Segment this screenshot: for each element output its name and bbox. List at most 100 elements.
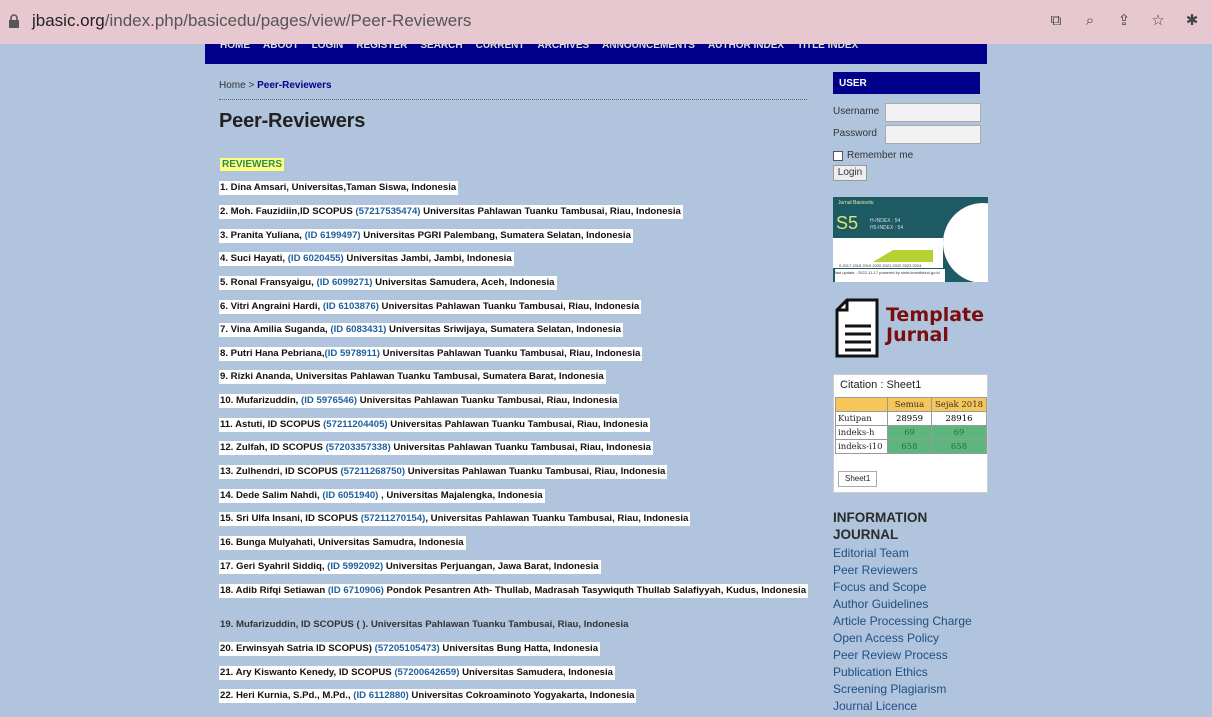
info-link[interactable]: Peer Review Process <box>833 647 972 664</box>
extensions-icon[interactable]: ✱ <box>1182 10 1202 30</box>
reviewer-name: 17. Geri Syahril Siddiq, <box>220 561 328 572</box>
reviewer-id-link[interactable]: (ID 6083431) <box>330 324 386 335</box>
reviewer-item: 14. Dede Salim Nahdi, (ID 6051940) , Uni… <box>219 489 545 503</box>
reviewer-id-link[interactable]: (ID 6112880) <box>353 690 408 701</box>
reviewer-id-link[interactable]: (57211268750) <box>340 466 405 477</box>
nav-item[interactable]: ABOUT <box>263 44 299 51</box>
reviewer-name: 18. Adib Rifqi Setiawan <box>220 585 328 596</box>
password-input[interactable] <box>885 125 981 144</box>
reviewer-id-link[interactable]: (ID 5976546) <box>301 395 357 406</box>
remember-me[interactable]: Remember me <box>833 150 913 161</box>
reviewer-item: 7. Vina Amilia Suganda, (ID 6083431) Uni… <box>219 323 623 337</box>
reviewer-affiliation: Universitas PGRI Palembang, Sumatera Sel… <box>360 230 631 241</box>
template-jurnal-link[interactable]: Template Jurnal <box>833 298 988 360</box>
nav-item[interactable]: ARCHIVES <box>537 44 589 51</box>
reviewer-affiliation: Universitas Pahlawan Tuanku Tambusai, Ri… <box>357 395 618 406</box>
s5-journal-title: Jurnal Basicedu <box>838 200 874 206</box>
reviewer-text: 20. Erwinsyah Satria ID SCOPUS) (5720510… <box>219 642 601 656</box>
breadcrumb-home[interactable]: Home <box>219 80 246 91</box>
citation-cell-all: 658 <box>887 439 932 454</box>
user-block-header: USER <box>833 72 980 94</box>
reviewer-affiliation: Universitas Bung Hatta, Indonesia <box>439 643 599 654</box>
reviewer-item: 10. Mufarizuddin, (ID 5976546) Universit… <box>219 394 620 408</box>
reviewer-name: 4. Suci Hayati, <box>220 253 288 264</box>
nav-item[interactable]: AUTHOR INDEX <box>708 44 784 51</box>
reviewer-id-link[interactable]: (ID 6199497) <box>305 230 361 241</box>
nav-item[interactable]: HOME <box>220 44 250 51</box>
reviewer-id-link[interactable]: (ID 5978911) <box>325 348 380 359</box>
template-line2: Jurnal <box>886 324 949 346</box>
reviewer-id-link[interactable]: (ID 6051940) <box>322 490 378 501</box>
nav-item[interactable]: REGISTER <box>356 44 407 51</box>
sinta-s5-badge[interactable]: Jurnal Basicedu S5 H-INDEX : 54 H5-INDEX… <box>833 197 988 282</box>
citation-row-label: indeks-h <box>835 425 888 440</box>
reviewer-item: 3. Pranita Yuliana, (ID 6199497) Univers… <box>219 229 633 243</box>
breadcrumb-current[interactable]: Peer-Reviewers <box>257 80 332 91</box>
section-label: REVIEWERS <box>220 158 285 171</box>
citation-cell-since: 69 <box>931 425 987 440</box>
citation-cell-all: 69 <box>887 425 932 440</box>
reviewer-item: 21. Ary Kiswanto Kenedy, ID SCOPUS (5720… <box>219 666 615 680</box>
citation-title: Citation : Sheet1 <box>840 379 922 391</box>
bookmark-star-icon[interactable]: ☆ <box>1148 10 1168 30</box>
citation-cell-all: 28959 <box>887 411 932 426</box>
reviewer-name: 5. Ronal Fransyaigu, <box>220 277 317 288</box>
url-field[interactable]: jbasic.org/index.php/basicedu/pages/view… <box>32 11 471 31</box>
nav-item[interactable]: LOGIN <box>312 44 344 51</box>
reviewer-affiliation: Universitas Pahlawan Tuanku Tambusai, Ri… <box>390 442 651 453</box>
login-button[interactable]: Login <box>833 165 867 181</box>
url-domain: jbasic.org <box>32 11 105 30</box>
reviewer-id-link[interactable]: (ID 6103876) <box>323 301 379 312</box>
nav-item[interactable]: ANNOUNCEMENTS <box>602 44 695 51</box>
reviewer-name: 12. Zulfah, ID SCOPUS <box>220 442 326 453</box>
reviewer-id-link[interactable]: (57217535474) <box>355 206 420 217</box>
reviewer-text: 11. Astuti, ID SCOPUS (57211204405) Univ… <box>219 418 650 432</box>
reviewer-id-link[interactable]: (ID 6710906) <box>328 585 384 596</box>
reviewer-id-link[interactable]: (57200642659) <box>394 667 459 678</box>
reviewer-text: 12. Zulfah, ID SCOPUS (57203357338) Univ… <box>219 441 653 455</box>
citation-row-label: indeks-i10 <box>835 439 888 454</box>
info-link[interactable]: Publication Ethics <box>833 664 972 681</box>
info-link[interactable]: Screening Plagiarism <box>833 681 972 698</box>
reviewer-id-link[interactable]: (57203357338) <box>326 442 391 453</box>
remember-checkbox[interactable] <box>833 150 843 161</box>
info-link[interactable]: Author Guidelines <box>833 596 972 613</box>
s5-mini-chart: 0 2017 2018 2019 2020 2021 2022 2023 202… <box>833 238 943 268</box>
info-link[interactable]: Editorial Team <box>833 545 972 562</box>
reviewer-text: 2. Moh. Fauzidiin,ID SCOPUS (57217535474… <box>219 205 683 219</box>
nav-item[interactable]: TITLE INDEX <box>797 44 858 51</box>
reviewer-item: 16. Bunga Mulyahati, Universitas Samudra… <box>219 536 466 550</box>
s5-logo-circle <box>943 203 988 282</box>
reviewer-id-link[interactable]: (ID 5992092) <box>327 561 383 572</box>
reviewer-item: 4. Suci Hayati, (ID 6020455) Universitas… <box>219 252 514 266</box>
info-link[interactable]: Focus and Scope <box>833 579 972 596</box>
reviewer-id-link[interactable]: (57205105473) <box>375 643 440 654</box>
reviewer-text: 9. Rizki Ananda, Universitas Pahlawan Tu… <box>219 370 606 384</box>
share-icon[interactable]: ⇪ <box>1114 10 1134 30</box>
reviewer-name: 3. Pranita Yuliana, <box>220 230 305 241</box>
reviewer-id-link[interactable]: (57211270154) <box>361 513 426 524</box>
citation-widget: Citation : Sheet1 Semua Sejak 2018 Kutip… <box>833 374 988 493</box>
reviewer-item: 9. Rizki Ananda, Universitas Pahlawan Tu… <box>219 370 606 384</box>
zoom-icon[interactable]: ⌕ <box>1080 10 1100 30</box>
reviewer-name: 8. Putri Hana Pebriana, <box>220 348 325 359</box>
nav-item[interactable]: CURRENT <box>476 44 525 51</box>
reviewer-item: 15. Sri Ulfa Insani, ID SCOPUS (57211270… <box>219 512 691 526</box>
information-links: Editorial Team Peer Reviewers Focus and Sc… <box>833 545 972 715</box>
template-line1: Template <box>886 304 985 326</box>
reviewer-id-link[interactable]: (57211204405) <box>323 419 388 430</box>
s5-footer: last update : 2022-11-17 powered by sint… <box>835 269 945 282</box>
reviewer-id-link[interactable]: (ID 6099271) <box>317 277 373 288</box>
reviewer-affiliation: Universitas Pahlawan Tuanku Tambusai, Ri… <box>378 301 640 312</box>
info-link[interactable]: Open Access Policy <box>833 630 972 647</box>
info-link[interactable]: Article Processing Charge <box>833 613 972 630</box>
info-link[interactable]: Peer Reviewers <box>833 562 972 579</box>
reviewer-id-link[interactable]: (ID 6020455) <box>288 253 344 264</box>
password-label: Password <box>833 128 877 139</box>
nav-item[interactable]: SEARCH <box>420 44 462 51</box>
sheet-tab[interactable]: Sheet1 <box>838 471 878 487</box>
reviewer-text: 15. Sri Ulfa Insani, ID SCOPUS (57211270… <box>219 512 691 526</box>
info-link[interactable]: Journal Licence <box>833 698 972 715</box>
username-input[interactable] <box>885 103 981 122</box>
translate-icon[interactable]: ⧉ <box>1046 10 1066 30</box>
